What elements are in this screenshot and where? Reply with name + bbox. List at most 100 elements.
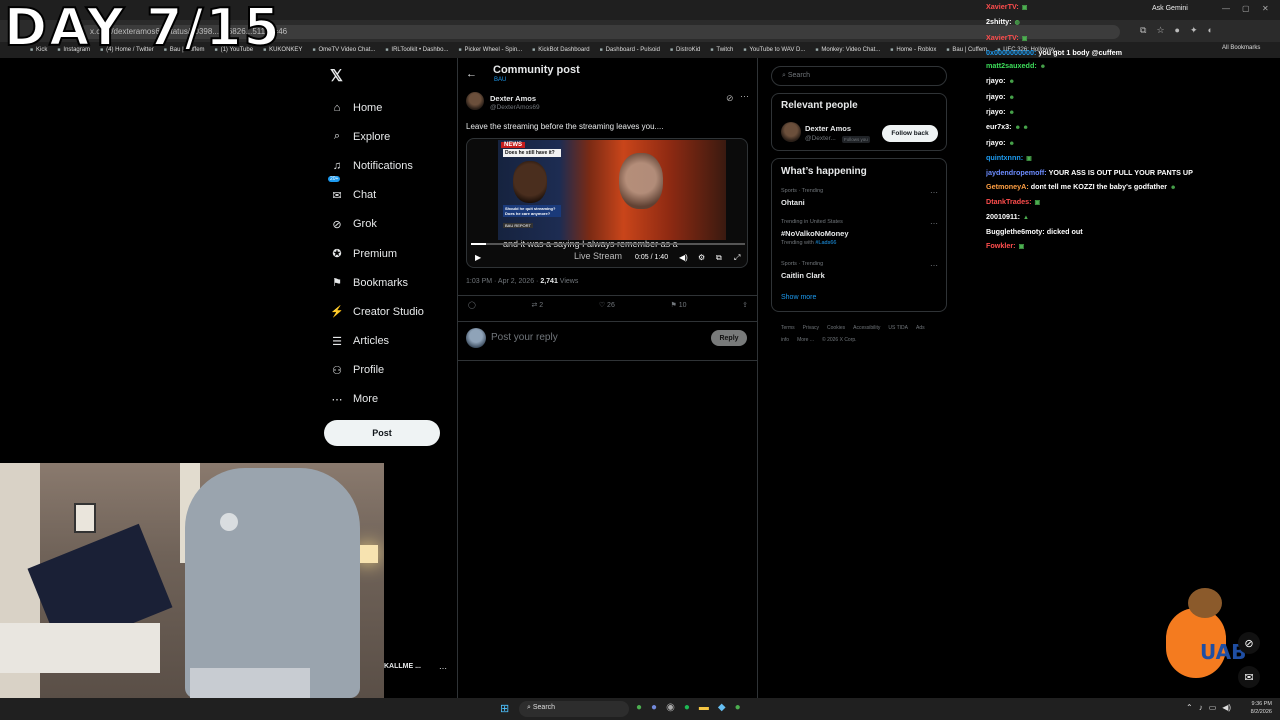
bookmark-item[interactable]: KickBot Dashboard bbox=[532, 47, 589, 53]
grok-icon[interactable]: ⊘ bbox=[726, 93, 734, 104]
tray-chevron-icon[interactable]: ⌃ bbox=[1186, 703, 1193, 712]
chat-username[interactable]: rjayo: bbox=[986, 76, 1006, 85]
chat-float-icon[interactable]: ✉ bbox=[1238, 666, 1260, 688]
nav-item-profile[interactable]: ⚇ Profile bbox=[330, 356, 424, 385]
chat-username[interactable]: eur7x3: bbox=[986, 122, 1012, 131]
play-icon[interactable]: ▶ bbox=[475, 253, 481, 262]
trend-name[interactable]: #NoValkoNoMoney bbox=[781, 229, 849, 238]
chat-username[interactable]: 0x0000000000: bbox=[986, 48, 1036, 57]
reply-input[interactable]: Post your reply bbox=[491, 332, 558, 343]
nav-item-premium[interactable]: ✪ Premium bbox=[330, 239, 424, 268]
app-icon[interactable]: ◉ bbox=[666, 702, 675, 713]
mic-icon[interactable]: ♪ bbox=[1199, 703, 1203, 712]
footer-link[interactable]: Privacy bbox=[803, 325, 819, 331]
more-options-icon[interactable]: ⋯ bbox=[740, 91, 749, 102]
taskbar-search[interactable]: ⌕ Search bbox=[519, 701, 629, 717]
nav-item-bookmarks[interactable]: ⚑ Bookmarks bbox=[330, 268, 424, 297]
chat-username[interactable]: jaydendropemoff: bbox=[986, 168, 1047, 177]
nav-item-grok[interactable]: ⊘ Grok bbox=[330, 210, 424, 239]
account-name[interactable]: KALLME ... bbox=[384, 663, 421, 670]
bookmark-item[interactable]: Dashboard - Pulsoid bbox=[600, 47, 660, 53]
footer-link[interactable]: © 2026 X Corp. bbox=[822, 337, 857, 343]
post-timestamp[interactable]: 1:03 PM · Apr 2, 2026 · bbox=[466, 278, 540, 285]
settings-icon[interactable]: ⚙ bbox=[698, 253, 705, 262]
bookmark-item[interactable]: YouTube to WAV D... bbox=[743, 47, 805, 53]
chat-username[interactable]: Bugglethe6moty: bbox=[986, 227, 1045, 236]
relevant-handle[interactable]: @Dexter... bbox=[805, 135, 836, 142]
bookmark-item[interactable]: Picker Wheel - Spin... bbox=[458, 47, 522, 53]
footer-link[interactable]: Cookies bbox=[827, 325, 845, 331]
bookmark-button[interactable]: ⚑ 10 bbox=[670, 301, 686, 309]
reply-icon[interactable]: ◯ bbox=[468, 301, 476, 309]
bookmark-item[interactable]: Bau | Cuffem bbox=[946, 47, 987, 53]
pip-icon[interactable]: ⧉ bbox=[716, 253, 722, 263]
retweet-button[interactable]: ⇄ 2 bbox=[531, 301, 543, 309]
back-arrow-icon[interactable]: ← bbox=[466, 68, 477, 80]
windows-start-icon[interactable]: ⊞ bbox=[500, 702, 509, 715]
video-progress-bar[interactable] bbox=[471, 243, 745, 245]
discord-icon[interactable]: ● bbox=[651, 702, 657, 713]
post-button[interactable]: Post bbox=[324, 420, 440, 446]
nav-item-articles[interactable]: ☰ Articles bbox=[330, 327, 424, 356]
chrome-icon[interactable]: ● bbox=[636, 702, 642, 713]
chat-username[interactable]: DtankTrades: bbox=[986, 197, 1032, 206]
chat-username[interactable]: GetmoneyA: bbox=[986, 182, 1029, 191]
trending-with-hashtag[interactable]: #Lads66 bbox=[815, 240, 836, 246]
x-logo[interactable]: 𝕏 bbox=[330, 66, 343, 86]
maximize-icon[interactable]: ▢ bbox=[1242, 4, 1250, 13]
volume-icon[interactable]: ◀) bbox=[679, 253, 688, 262]
author-handle[interactable]: @DexterAmos69 bbox=[490, 104, 540, 111]
footer-link[interactable]: US TIDA bbox=[888, 325, 908, 331]
bookmark-item[interactable]: Monkey: Video Chat... bbox=[815, 47, 880, 53]
nav-item-notifications[interactable]: ♫ Notifications bbox=[330, 151, 424, 180]
bookmark-item[interactable]: Home - Roblox bbox=[890, 47, 936, 53]
fullscreen-icon[interactable]: ⤢ bbox=[734, 253, 740, 263]
grok-float-icon[interactable]: ⊘ bbox=[1238, 632, 1260, 654]
nav-item-home[interactable]: ⌂ Home bbox=[330, 93, 424, 122]
volume-tray-icon[interactable]: ◀) bbox=[1222, 703, 1231, 712]
folder-icon[interactable]: ▬ bbox=[699, 702, 709, 713]
relevant-name[interactable]: Dexter Amos bbox=[805, 124, 851, 133]
trend-name[interactable]: Ohtani bbox=[781, 198, 805, 207]
chat-username[interactable]: Fowkler: bbox=[986, 241, 1016, 250]
author-name[interactable]: Dexter Amos bbox=[490, 94, 536, 103]
chat-username[interactable]: rjayo: bbox=[986, 107, 1006, 116]
share-icon[interactable]: ⇪ bbox=[742, 301, 748, 309]
trend-more-icon[interactable]: ⋯ bbox=[930, 219, 938, 228]
search-input[interactable]: ⌕ Search bbox=[771, 66, 947, 86]
taskbar-clock[interactable]: 9:36 PM 8/2/2026 bbox=[1240, 700, 1272, 716]
all-bookmarks-button[interactable]: All Bookmarks bbox=[1222, 45, 1260, 51]
chat-username[interactable]: XavierTV: bbox=[986, 2, 1019, 11]
community-link[interactable]: BAU bbox=[494, 77, 506, 83]
follow-back-button[interactable]: Follow back bbox=[882, 125, 938, 142]
reply-button[interactable]: Reply bbox=[711, 330, 747, 346]
like-button[interactable]: ♡ 26 bbox=[599, 301, 615, 309]
spotify-icon[interactable]: ● bbox=[684, 702, 690, 713]
nav-item-chat[interactable]: ✉ 20+ Chat bbox=[328, 175, 424, 210]
nav-item-explore[interactable]: ⌕ Explore bbox=[330, 122, 424, 151]
show-more-link[interactable]: Show more bbox=[781, 294, 816, 301]
chrome-active-icon[interactable]: ● bbox=[735, 702, 741, 713]
trend-more-icon[interactable]: ⋯ bbox=[930, 188, 938, 197]
bookmark-item[interactable]: OmeTV Video Chat... bbox=[312, 47, 375, 53]
chat-username[interactable]: matt2sauxedd: bbox=[986, 61, 1037, 70]
chat-username[interactable]: 20010911: bbox=[986, 212, 1020, 221]
footer-link[interactable]: More ... bbox=[797, 337, 814, 343]
footer-link[interactable]: Accessibility bbox=[853, 325, 880, 331]
bookmark-item[interactable]: IRLToolkit • Dashbo... bbox=[385, 47, 448, 53]
chat-username[interactable]: quintxnnn: bbox=[986, 153, 1023, 162]
account-more-icon[interactable]: ⋯ bbox=[439, 664, 447, 673]
chat-username[interactable]: XavierTV: bbox=[986, 33, 1019, 42]
relevant-avatar[interactable] bbox=[781, 122, 801, 142]
close-icon[interactable]: ✕ bbox=[1262, 4, 1269, 13]
trend-name[interactable]: Caitlin Clark bbox=[781, 271, 825, 280]
trend-more-icon[interactable]: ⋯ bbox=[930, 261, 938, 270]
wifi-icon[interactable]: ▭ bbox=[1209, 703, 1217, 712]
steam-icon[interactable]: ◆ bbox=[718, 702, 726, 713]
nav-item-more[interactable]: ⋯ More bbox=[330, 385, 424, 414]
chat-username[interactable]: rjayo: bbox=[986, 92, 1006, 101]
bookmark-item[interactable]: Twitch bbox=[710, 47, 733, 53]
bookmark-item[interactable]: DistroKid bbox=[670, 47, 700, 53]
footer-link[interactable]: Terms bbox=[781, 325, 795, 331]
author-avatar[interactable] bbox=[466, 92, 484, 110]
